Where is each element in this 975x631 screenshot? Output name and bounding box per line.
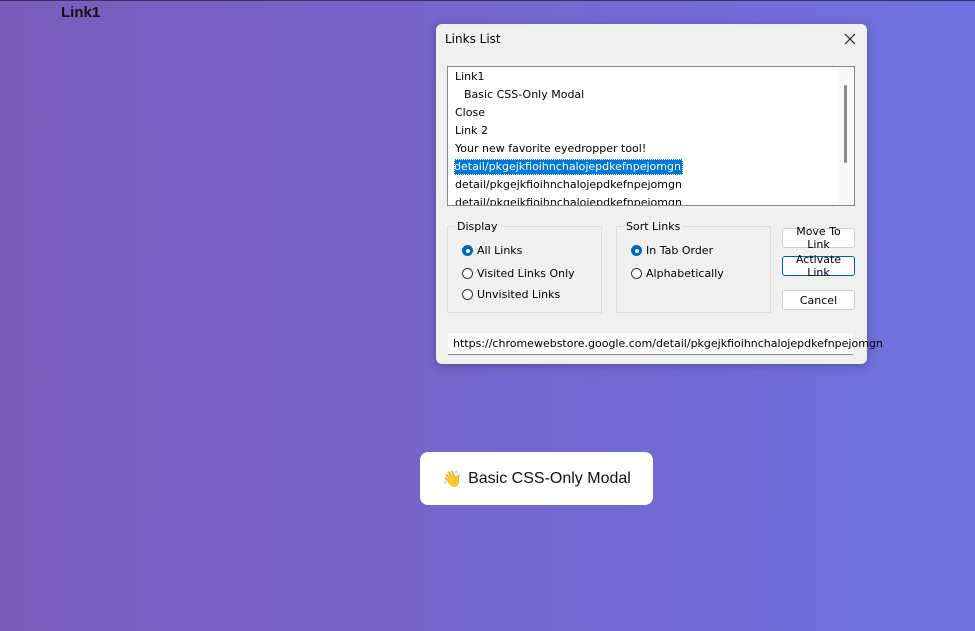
list-item[interactable]: detail/pkgejkfioihnchalojepdkefnpejomgn — [455, 177, 682, 193]
radio-checked-icon — [631, 245, 642, 256]
radio-label: In Tab Order — [646, 244, 714, 257]
list-item-selected[interactable]: detail/pkgejkfioihnchalojepdkefnpejomgn — [454, 159, 683, 175]
links-list-dialog: Links List Link1 Basic CSS-Only Modal Cl… — [436, 24, 883, 364]
radio-label: Unvisited Links — [477, 288, 561, 301]
radio-label: Visited Links Only — [477, 267, 575, 280]
radio-label: Alphabetically — [646, 267, 724, 280]
close-icon — [844, 33, 856, 45]
list-item[interactable]: Link1 — [455, 69, 485, 85]
list-item[interactable]: Link 2 — [455, 123, 488, 139]
list-scrollbar[interactable] — [838, 67, 854, 205]
list-item[interactable]: Basic CSS-Only Modal — [464, 87, 584, 103]
radio-checked-icon — [462, 245, 473, 256]
list-scroll-thumb[interactable] — [844, 85, 847, 163]
close-button[interactable] — [839, 28, 861, 50]
radio-unchecked-icon — [462, 268, 473, 279]
list-item[interactable]: detail/pkgejkfioihnchalojepdkefnpejomgn — [455, 195, 682, 205]
links-listbox[interactable]: Link1 Basic CSS-Only Modal Close Link 2 … — [447, 66, 855, 206]
display-group: Display All Links Visited Links Only Unv… — [447, 220, 602, 313]
radio-in-tab-order[interactable]: In Tab Order — [631, 244, 713, 257]
waving-hand-icon: 👋 — [442, 470, 463, 488]
page-link-link1[interactable]: Link1 — [61, 4, 100, 21]
sort-links-group: Sort Links In Tab Order Alphabetically — [616, 220, 771, 313]
radio-unvisited-links[interactable]: Unvisited Links — [462, 288, 560, 301]
basic-css-only-modal-button[interactable]: 👋 Basic CSS-Only Modal — [420, 452, 653, 505]
display-group-legend: Display — [455, 220, 500, 233]
top-border — [0, 0, 975, 1]
list-item[interactable]: Your new favorite eyedropper tool! — [455, 141, 646, 157]
list-item[interactable]: Close — [455, 105, 485, 121]
url-field[interactable]: https://chromewebstore.google.com/detail… — [448, 333, 883, 355]
cancel-button[interactable]: Cancel — [782, 290, 855, 310]
move-to-link-button[interactable]: Move To Link — [782, 225, 855, 251]
radio-all-links[interactable]: All Links — [462, 244, 522, 257]
radio-alphabetically[interactable]: Alphabetically — [631, 267, 724, 280]
activate-link-button[interactable]: Activate Link — [782, 253, 855, 279]
dialog-title: Links List — [445, 32, 501, 46]
radio-label: All Links — [477, 244, 523, 257]
radio-unchecked-icon — [631, 268, 642, 279]
sort-group-legend: Sort Links — [624, 220, 683, 233]
radio-unchecked-icon — [462, 289, 473, 300]
radio-visited-links-only[interactable]: Visited Links Only — [462, 267, 575, 280]
modal-button-label: Basic CSS-Only Modal — [468, 469, 631, 487]
